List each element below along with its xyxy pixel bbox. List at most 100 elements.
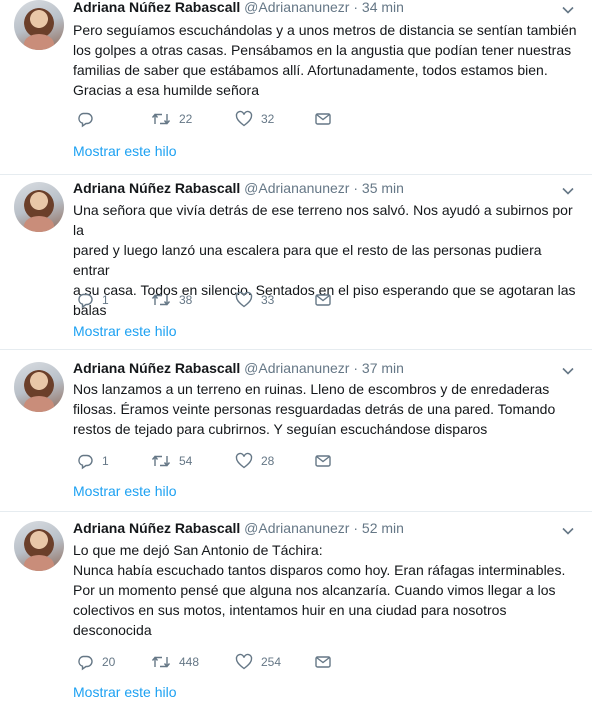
tweet-header: Adriana Núñez Rabascall @Adriananunezr ·… [73,360,404,380]
tweet-timeline: Adriana Núñez Rabascall @Adriananunezr ·… [0,0,592,714]
separator-dot: · [353,180,359,196]
avatar[interactable] [14,521,64,571]
tweet-text-line: Nos lanzamos a un terreno en ruinas. Lle… [73,381,550,397]
like-icon [235,653,253,671]
like-button[interactable]: 254 [235,653,281,671]
retweet-icon [151,110,171,128]
message-icon [314,653,332,671]
author-handle[interactable]: @Adriananunezr [244,0,349,15]
tweet-header: Adriana Núñez Rabascall @Adriananunezr ·… [73,180,404,200]
author-name[interactable]: Adriana Núñez Rabascall [73,180,240,196]
retweet-button[interactable]: 22 [151,110,192,128]
tweet-actions: 20 448 254 [73,653,373,671]
tweet-text-line: familias de saber que estábamos allí. Af… [73,62,548,78]
tweet-text-line: Una señora que vivía detrás de ese terre… [73,202,573,238]
author-name[interactable]: Adriana Núñez Rabascall [73,360,240,376]
chevron-down-icon[interactable] [562,365,574,377]
reply-icon [76,653,94,671]
reply-button[interactable]: 1 [76,452,109,470]
like-button[interactable]: 32 [235,110,274,128]
retweet-button[interactable]: 38 [151,291,192,309]
reply-count: 1 [102,454,109,468]
timestamp[interactable]: 34 min [362,0,404,15]
like-button[interactable]: 33 [235,291,274,309]
tweet-text-line: Nunca había escuchado tantos disparos co… [73,562,566,578]
show-thread-link[interactable]: Mostrar este hilo [73,483,176,499]
tweet-actions: 1 38 33 [73,291,373,309]
message-icon [314,110,332,128]
tweet-text-line: los golpes a otras casas. Pensábamos en … [73,42,572,58]
tweet-text: Lo que me dejó San Antonio de Táchira: N… [73,540,579,640]
separator-dot: · [353,360,359,376]
tweet-text-line: restos de tejado para cubrirnos. Y seguí… [73,421,488,437]
show-thread-link[interactable]: Mostrar este hilo [73,143,176,159]
tweet-text-line: Lo que me dejó San Antonio de Táchira: [73,542,323,558]
avatar[interactable] [14,182,64,232]
tweet-header: Adriana Núñez Rabascall @Adriananunezr ·… [73,0,404,19]
message-icon [314,291,332,309]
reply-icon [76,291,94,309]
tweet-header: Adriana Núñez Rabascall @Adriananunezr ·… [73,520,404,540]
message-button[interactable] [314,653,332,671]
show-thread-link[interactable]: Mostrar este hilo [73,323,176,339]
message-button[interactable] [314,452,332,470]
timestamp[interactable]: 35 min [362,180,404,196]
reply-count: 1 [102,293,109,307]
tweet[interactable]: Adriana Núñez Rabascall @Adriananunezr ·… [0,512,592,714]
reply-icon [76,452,94,470]
tweet-text-line: filosas. Éramos veinte personas resguard… [73,401,556,417]
tweet-text-line: colectivos en sus motos, intentamos huir… [73,602,507,618]
retweet-count: 54 [179,454,193,468]
like-count: 32 [261,112,275,126]
tweet-text-line: Por un momento pensé que alguna nos alca… [73,582,556,598]
retweet-count: 38 [179,293,193,307]
retweet-count: 448 [179,655,200,669]
retweet-icon [151,452,171,470]
chevron-down-icon[interactable] [562,4,574,16]
tweet-actions: 1 54 28 [73,452,373,470]
message-button[interactable] [314,291,332,309]
tweet-text-line: pared y luego lanzó una escalera para qu… [73,242,542,278]
tweet[interactable]: Adriana Núñez Rabascall @Adriananunezr ·… [0,0,592,175]
like-icon [235,110,253,128]
like-icon [235,291,253,309]
avatar[interactable] [14,362,64,412]
retweet-icon [151,653,171,671]
author-name[interactable]: Adriana Núñez Rabascall [73,520,240,536]
reply-count: 20 [102,655,116,669]
avatar[interactable] [14,0,64,50]
like-button[interactable]: 28 [235,452,274,470]
reply-button[interactable] [76,110,102,128]
retweet-button[interactable]: 448 [151,653,199,671]
retweet-icon [151,291,171,309]
timestamp[interactable]: 37 min [362,360,404,376]
author-name[interactable]: Adriana Núñez Rabascall [73,0,240,15]
message-button[interactable] [314,110,332,128]
retweet-count: 22 [179,112,193,126]
tweet-text: Nos lanzamos a un terreno en ruinas. Lle… [73,379,579,439]
reply-button[interactable]: 1 [76,291,109,309]
chevron-down-icon[interactable] [562,525,574,537]
like-count: 33 [261,293,275,307]
tweet-text-line: Pero seguíamos escuchándolas y a unos me… [73,22,577,38]
author-handle[interactable]: @Adriananunezr [244,180,349,196]
reply-icon [76,110,94,128]
tweet[interactable]: Adriana Núñez Rabascall @Adriananunezr ·… [0,350,592,512]
retweet-button[interactable]: 54 [151,452,192,470]
separator-dot: · [353,0,359,15]
tweet[interactable]: Adriana Núñez Rabascall @Adriananunezr ·… [0,175,592,350]
chevron-down-icon[interactable] [562,185,574,197]
author-handle[interactable]: @Adriananunezr [244,520,349,536]
like-count: 254 [261,655,282,669]
like-count: 28 [261,454,275,468]
tweet-text-line: Gracias a esa humilde señora [73,82,259,98]
separator-dot: · [353,520,359,536]
tweet-text: Pero seguíamos escuchándolas y a unos me… [73,20,579,100]
timestamp[interactable]: 52 min [362,520,404,536]
message-icon [314,452,332,470]
tweet-actions: 22 32 [73,110,373,128]
reply-button[interactable]: 20 [76,653,115,671]
author-handle[interactable]: @Adriananunezr [244,360,349,376]
like-icon [235,452,253,470]
show-thread-link[interactable]: Mostrar este hilo [73,684,176,700]
